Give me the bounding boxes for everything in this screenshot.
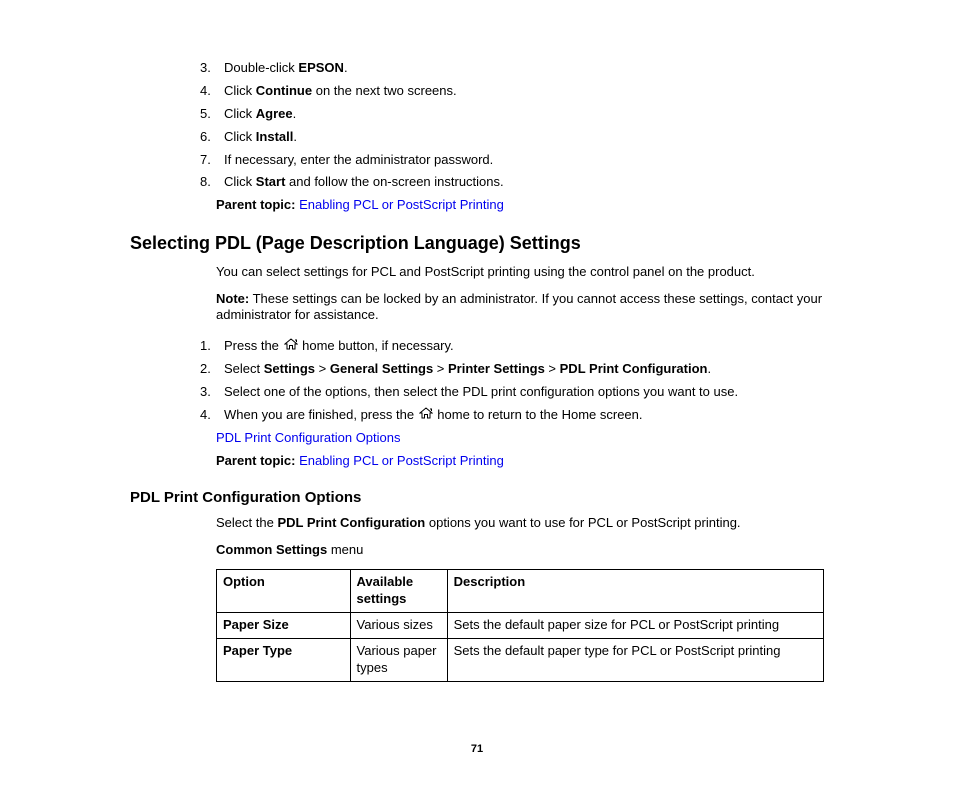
table-header-row: Option Available settings Description xyxy=(217,570,824,613)
note-block: Note: These settings can be locked by an… xyxy=(216,291,824,325)
heading-pdl-config-options: PDL Print Configuration Options xyxy=(130,488,824,508)
heading-selecting-pdl: Selecting PDL (Page Description Language… xyxy=(130,232,824,255)
step-3: 3.Double-click EPSON. xyxy=(200,60,824,77)
mid-step-3: 3. Select one of the options, then selec… xyxy=(200,384,824,401)
common-settings-label: Common Settings menu xyxy=(216,542,824,559)
mid-step-2: 2. Select Settings > General Settings > … xyxy=(200,361,824,378)
options-table: Option Available settings Description Pa… xyxy=(216,569,824,681)
mid-steps-list: 1. Press the home button, if necessary. … xyxy=(200,338,824,424)
parent-topic-link-2[interactable]: Enabling PCL or PostScript Printing xyxy=(299,453,504,468)
step-6: 6.Click Install. xyxy=(200,129,824,146)
mid-step-1: 1. Press the home button, if necessary. xyxy=(200,338,824,355)
top-steps-list: 3.Double-click EPSON. 4.Click Continue o… xyxy=(200,60,824,191)
pdl-config-options-link[interactable]: PDL Print Configuration Options xyxy=(216,430,401,445)
intro-text: You can select settings for PCL and Post… xyxy=(216,264,824,281)
th-description: Description xyxy=(447,570,823,613)
step-7: 7.If necessary, enter the administrator … xyxy=(200,152,824,169)
step-4: 4.Click Continue on the next two screens… xyxy=(200,83,824,100)
step-5: 5.Click Agree. xyxy=(200,106,824,123)
table-row: Paper Size Various sizes Sets the defaul… xyxy=(217,612,824,638)
th-option: Option xyxy=(217,570,351,613)
mid-step-4: 4. When you are finished, press the home… xyxy=(200,407,824,424)
page-number: 71 xyxy=(130,742,824,756)
parent-topic-2: Parent topic: Enabling PCL or PostScript… xyxy=(216,453,824,470)
parent-topic-link-1[interactable]: Enabling PCL or PostScript Printing xyxy=(299,197,504,212)
parent-topic-1: Parent topic: Enabling PCL or PostScript… xyxy=(216,197,824,214)
home-icon xyxy=(284,338,298,355)
page-content: 3.Double-click EPSON. 4.Click Continue o… xyxy=(130,60,824,756)
step-8: 8.Click Start and follow the on-screen i… xyxy=(200,174,824,191)
th-available: Available settings xyxy=(350,570,447,613)
home-icon xyxy=(419,407,433,424)
table-row: Paper Type Various paper types Sets the … xyxy=(217,638,824,681)
h3-intro: Select the PDL Print Configuration optio… xyxy=(216,515,824,532)
sub-link-row: PDL Print Configuration Options xyxy=(216,430,824,447)
